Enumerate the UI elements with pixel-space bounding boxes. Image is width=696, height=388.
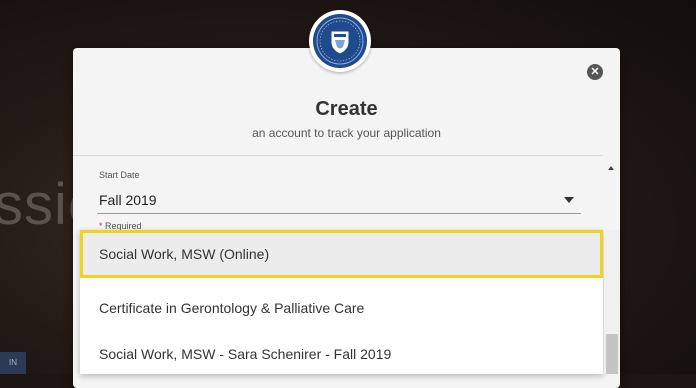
close-icon[interactable]: ✕ bbox=[587, 64, 603, 80]
scroll-up-arrow-icon[interactable] bbox=[608, 166, 614, 170]
university-logo bbox=[309, 10, 371, 72]
dropdown-option-gerontology-certificate[interactable]: Certificate in Gerontology & Palliative … bbox=[80, 284, 603, 332]
start-date-select[interactable]: Fall 2019 bbox=[99, 192, 157, 208]
chevron-down-icon[interactable] bbox=[564, 197, 574, 203]
dropdown-scrollbar-thumb[interactable] bbox=[606, 334, 618, 374]
modal-title: Create bbox=[315, 98, 378, 120]
start-date-underline bbox=[97, 213, 581, 214]
modal-subtitle: an account to track your application bbox=[252, 126, 441, 140]
university-shield-icon bbox=[313, 14, 367, 68]
dropdown-option-msw-online[interactable]: Social Work, MSW (Online) bbox=[80, 230, 603, 278]
start-date-label: Start Date bbox=[99, 170, 140, 180]
dropdown-option-msw-sara-schenirer[interactable]: Social Work, MSW - Sara Schenirer - Fall… bbox=[80, 330, 603, 378]
background-badge: IN bbox=[0, 352, 26, 374]
header-divider bbox=[73, 155, 603, 156]
program-dropdown-list: Social Work, MSW (Online) Certificate in… bbox=[80, 230, 603, 374]
